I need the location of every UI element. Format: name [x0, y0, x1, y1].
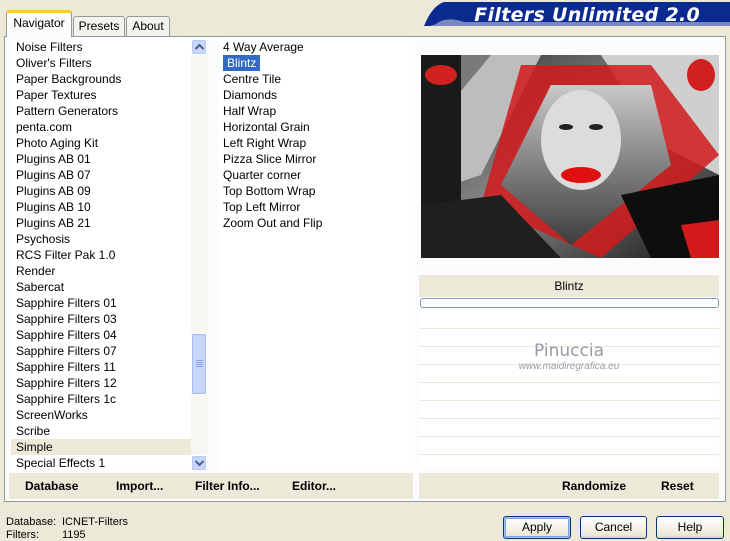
status-database-value: ICNET-Filters	[62, 516, 128, 528]
parameter-row	[419, 347, 719, 365]
filter-item[interactable]: Diamonds	[219, 87, 415, 103]
filter-item[interactable]: Half Wrap	[219, 103, 415, 119]
category-item[interactable]: Oliver's Filters	[11, 55, 191, 71]
category-item[interactable]: Noise Filters	[11, 39, 191, 55]
category-item[interactable]: ScreenWorks	[11, 407, 191, 423]
parameter-row	[419, 365, 719, 383]
category-item[interactable]: Sapphire Filters 07	[11, 343, 191, 359]
status-database-label: Database:	[6, 516, 57, 528]
category-item[interactable]: Scribe	[11, 423, 191, 439]
filter-info-button[interactable]: Filter Info...	[195, 479, 260, 493]
status-database: Database: ICNET-Filters	[6, 516, 128, 528]
parameter-row	[419, 401, 719, 419]
filter-item[interactable]: Quarter corner	[219, 167, 415, 183]
filter-item[interactable]: Horizontal Grain	[219, 119, 415, 135]
navigator-panel: Noise Filters Oliver's Filters Paper Backg…	[4, 36, 726, 502]
filter-item[interactable]: Left Right Wrap	[219, 135, 415, 151]
parameter-row	[419, 419, 719, 437]
progress-bar	[420, 298, 719, 308]
right-bottom-bar: Randomize Reset	[419, 473, 719, 499]
filter-item[interactable]: Top Left Mirror	[219, 199, 415, 215]
parameter-area: Pinuccia www.maidiregrafica.eu	[419, 311, 719, 469]
preview-image	[421, 55, 719, 258]
filter-item[interactable]: Zoom Out and Flip	[219, 215, 415, 231]
status-filters-label: Filters:	[6, 529, 39, 541]
filter-item[interactable]: Blintz	[219, 55, 415, 71]
category-item[interactable]: Special Effects 1	[11, 455, 191, 471]
category-item[interactable]: Paper Textures	[11, 87, 191, 103]
tab-about[interactable]: About	[126, 16, 170, 36]
category-item[interactable]: Paper Backgrounds	[11, 71, 191, 87]
filter-list[interactable]: 4 Way Average Blintz Centre Tile Diamonds Ha…	[219, 39, 415, 471]
app-title: Filters Unlimited 2.0	[474, 4, 700, 26]
parameter-row	[419, 383, 719, 401]
filter-item[interactable]: Pizza Slice Mirror	[219, 151, 415, 167]
scroll-thumb[interactable]	[191, 333, 207, 395]
editor-button[interactable]: Editor...	[292, 479, 336, 493]
chevron-down-icon	[194, 460, 204, 466]
category-item[interactable]: Sapphire Filters 04	[11, 327, 191, 343]
category-item[interactable]: Sapphire Filters 03	[11, 311, 191, 327]
cancel-button[interactable]: Cancel	[580, 516, 647, 539]
category-item[interactable]: Plugins AB 01	[11, 151, 191, 167]
category-item[interactable]: Plugins AB 09	[11, 183, 191, 199]
filter-item[interactable]: Centre Tile	[219, 71, 415, 87]
apply-button[interactable]: Apply	[503, 516, 571, 539]
status-filters-value: 1195	[62, 529, 86, 541]
category-item[interactable]: Plugins AB 07	[11, 167, 191, 183]
tab-presets[interactable]: Presets	[73, 16, 125, 36]
preview-artwork	[421, 55, 719, 258]
scroll-up-button[interactable]	[191, 39, 207, 55]
category-list[interactable]: Noise Filters Oliver's Filters Paper Backg…	[11, 39, 191, 471]
category-item[interactable]: Photo Aging Kit	[11, 135, 191, 151]
category-item[interactable]: penta.com	[11, 119, 191, 135]
import-button[interactable]: Import...	[116, 479, 163, 493]
left-bottom-bar: Database Import... Filter Info... Editor…	[9, 473, 413, 499]
parameter-row	[419, 311, 719, 329]
filter-item[interactable]: Top Bottom Wrap	[219, 183, 415, 199]
title-banner: Filters Unlimited 2.0	[424, 2, 730, 26]
category-item[interactable]: Psychosis	[11, 231, 191, 247]
scroll-down-button[interactable]	[191, 455, 207, 471]
category-item[interactable]: Plugins AB 10	[11, 199, 191, 215]
category-item[interactable]: Sabercat	[11, 279, 191, 295]
category-item[interactable]: RCS Filter Pak 1.0	[11, 247, 191, 263]
chevron-up-icon	[194, 44, 204, 50]
category-item[interactable]: Sapphire Filters 1c	[11, 391, 191, 407]
category-item[interactable]: Pattern Generators	[11, 103, 191, 119]
tab-navigator[interactable]: Navigator	[6, 10, 72, 37]
category-item[interactable]: Sapphire Filters 11	[11, 359, 191, 375]
parameter-row	[419, 329, 719, 347]
filter-item-selected[interactable]: Blintz	[223, 55, 261, 71]
category-item[interactable]: Plugins AB 21	[11, 215, 191, 231]
category-item[interactable]: Sapphire Filters 01	[11, 295, 191, 311]
reset-button[interactable]: Reset	[661, 479, 694, 493]
help-button[interactable]: Help	[656, 516, 724, 539]
category-scrollbar[interactable]	[191, 39, 208, 471]
category-item[interactable]: Sapphire Filters 12	[11, 375, 191, 391]
filter-item[interactable]: 4 Way Average	[219, 39, 415, 55]
randomize-button[interactable]: Randomize	[562, 479, 626, 493]
category-item[interactable]: Simple	[11, 439, 191, 455]
selected-filter-label: Blintz	[419, 275, 719, 297]
parameter-row	[419, 437, 719, 455]
database-button[interactable]: Database	[25, 479, 78, 493]
status-filters: Filters: 1195	[6, 529, 86, 541]
category-item[interactable]: Render	[11, 263, 191, 279]
